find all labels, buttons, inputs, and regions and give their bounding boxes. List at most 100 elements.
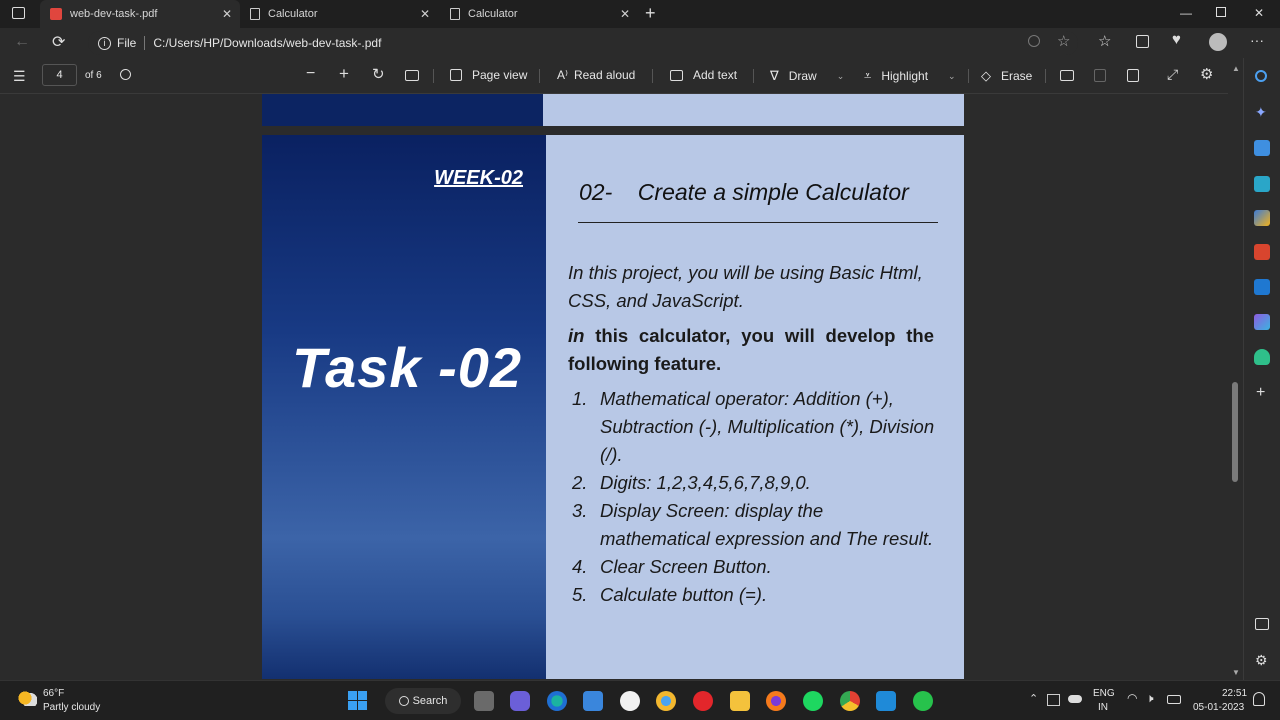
close-icon[interactable]: ✕ [222, 7, 232, 21]
shopping-icon[interactable] [1254, 140, 1270, 156]
tab-pdf[interactable]: web-dev-task-.pdf ✕ [40, 0, 240, 28]
feature-list: 1. Mathematical operator: Addition (+), S… [572, 385, 938, 609]
clock-time[interactable]: 22:51 [1222, 688, 1247, 699]
fit-page-icon[interactable] [405, 70, 419, 81]
find-icon[interactable] [120, 69, 131, 80]
highlight-label: Highlight [881, 69, 929, 83]
divider [433, 69, 434, 83]
tools-icon[interactable] [1254, 176, 1270, 192]
favorite-add-icon[interactable]: ☆ [1057, 32, 1070, 50]
maximize-button[interactable] [1216, 7, 1226, 17]
more-menu-icon[interactable]: ··· [1250, 32, 1264, 48]
office-icon[interactable] [1254, 244, 1270, 260]
whatsapp-icon[interactable] [913, 691, 933, 711]
workspaces-icon[interactable] [12, 7, 25, 19]
clock-date[interactable]: 05-01-2023 [1193, 702, 1244, 713]
start-windows-icon[interactable] [348, 691, 367, 710]
list-item: 4. Clear Screen Button. [572, 556, 772, 577]
weather-temp[interactable]: 66°F [43, 688, 64, 699]
page-number-input[interactable]: 4 [42, 64, 77, 86]
github-icon[interactable] [620, 691, 640, 711]
close-icon[interactable]: ✕ [620, 7, 630, 21]
taskbar-search[interactable]: Search [385, 688, 461, 714]
page-view-button[interactable]: Page view [450, 68, 527, 82]
zoom-icon[interactable] [1028, 35, 1040, 47]
search-label: Search [412, 695, 448, 707]
page-icon [250, 8, 260, 20]
spotify-icon[interactable] [803, 691, 823, 711]
sidebar-settings-icon[interactable]: ⚙ [1255, 652, 1268, 669]
scroll-up-icon[interactable]: ▲ [1232, 64, 1240, 73]
add-text-button[interactable]: Add text [670, 68, 737, 82]
scroll-down-icon[interactable]: ▼ [1232, 668, 1240, 677]
task-view-icon[interactable] [474, 691, 494, 711]
close-window-button[interactable]: ✕ [1254, 6, 1264, 20]
notification-icon[interactable] [1253, 692, 1265, 706]
read-aloud-label: Read aloud [573, 68, 636, 82]
chrome-icon[interactable] [840, 691, 860, 711]
battery-icon[interactable] [1167, 695, 1181, 704]
zoom-out-button[interactable]: − [306, 65, 315, 83]
designer-icon[interactable] [1254, 314, 1270, 330]
close-icon[interactable]: ✕ [420, 7, 430, 21]
chevron-down-icon[interactable]: ⌄ [948, 71, 956, 82]
address-bar-row: ← ⟳ i File C:/Users/HP/Downloads/web-dev… [0, 28, 1280, 58]
refresh-button[interactable]: ⟳ [52, 32, 65, 52]
tray-app-icon[interactable] [1047, 694, 1060, 706]
draw-button[interactable]: ∇ Draw ⌄ [770, 68, 844, 84]
file-explorer-icon[interactable] [730, 691, 750, 711]
add-icon[interactable]: + [1256, 384, 1265, 402]
tab-calculator-2[interactable]: Calculator ✕ [440, 0, 638, 28]
discover-icon[interactable]: ✦ [1255, 104, 1267, 121]
print-icon[interactable] [1060, 70, 1074, 81]
chrome-canary-icon[interactable] [656, 691, 676, 711]
rotate-icon[interactable]: ↻ [372, 65, 385, 83]
chevron-down-icon[interactable]: ⌄ [837, 71, 845, 82]
favorites-icon[interactable]: ☆ [1098, 32, 1111, 50]
profile-avatar[interactable] [1209, 33, 1227, 51]
language-1[interactable]: ENG [1093, 688, 1115, 699]
volume-icon[interactable]: 🕨 [1146, 691, 1154, 706]
back-button[interactable]: ← [14, 33, 30, 51]
read-aloud-button[interactable]: A⁾ Read aloud [557, 68, 635, 82]
language-2[interactable]: IN [1098, 702, 1108, 713]
health-icon[interactable]: ♥ [1172, 31, 1181, 48]
wifi-icon[interactable]: ◠ [1127, 691, 1137, 705]
chevron-up-icon[interactable]: ⌃ [1029, 692, 1038, 705]
weather-desc[interactable]: Partly cloudy [43, 702, 100, 713]
teams-chat-icon[interactable] [510, 691, 530, 711]
outlook-icon[interactable] [1254, 279, 1270, 295]
new-tab-button[interactable]: + [645, 3, 656, 24]
draw-icon: ∇ [770, 68, 779, 83]
collections-icon[interactable] [1136, 35, 1149, 48]
fullscreen-icon[interactable]: ⤢ [1167, 66, 1178, 83]
edge-icon[interactable] [547, 691, 567, 711]
save-as-icon[interactable] [1127, 69, 1139, 82]
highlight-button[interactable]: ⩡ Highlight ⌄ [864, 68, 956, 84]
taskbar: 66°F Partly cloudy Search ⌃ ENG IN ◠ 🕨 2… [0, 680, 1280, 720]
games-icon[interactable] [1254, 210, 1270, 226]
week-label: WEEK-02 [434, 167, 523, 189]
draw-label: Draw [788, 69, 817, 83]
tab-calculator-1[interactable]: Calculator ✕ [240, 0, 438, 28]
split-screen-icon[interactable] [1255, 618, 1269, 630]
drop-icon[interactable] [1254, 349, 1270, 365]
settings-icon[interactable]: ⚙ [1200, 65, 1213, 83]
scrollbar[interactable]: ▲ ▼ [1229, 62, 1243, 680]
store-icon[interactable] [583, 691, 603, 711]
minimize-button[interactable]: — [1180, 6, 1192, 20]
address-field[interactable]: i File C:/Users/HP/Downloads/web-dev-tas… [88, 31, 1078, 55]
contents-icon[interactable]: ☰ [13, 68, 26, 85]
onedrive-icon[interactable] [1068, 695, 1082, 703]
page-left-panel: WEEK-02 Task -02 [262, 135, 546, 679]
weather-icon[interactable] [17, 690, 37, 706]
scrollbar-thumb[interactable] [1232, 382, 1238, 482]
opera-icon[interactable] [693, 691, 713, 711]
firefox-icon[interactable] [766, 691, 786, 711]
erase-button[interactable]: ◇ Erase [981, 68, 1032, 84]
pdf-viewer[interactable]: WEEK-02 Task -02 02- Create a simple Cal… [0, 94, 1228, 679]
zoom-in-button[interactable]: + [339, 64, 349, 84]
vscode-icon[interactable] [876, 691, 896, 711]
search-icon[interactable] [1255, 70, 1267, 82]
divider [539, 69, 540, 83]
